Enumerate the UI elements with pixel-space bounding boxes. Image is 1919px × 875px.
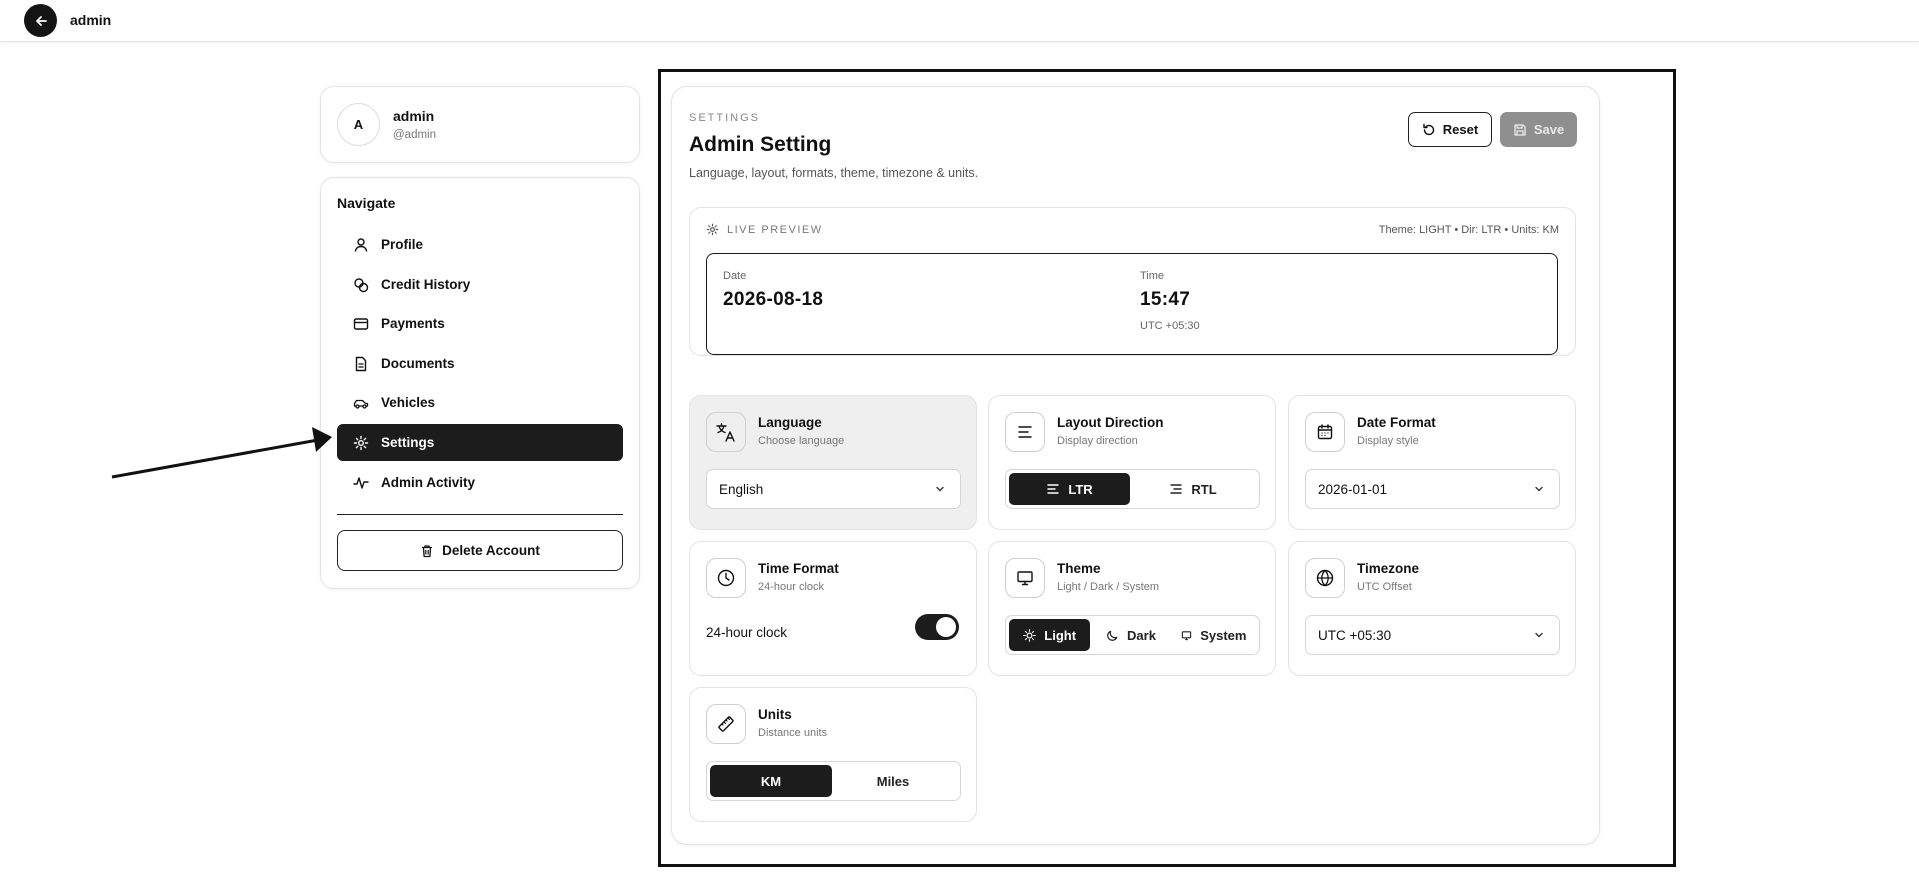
sidebar-item-vehicles[interactable]: Vehicles <box>337 384 623 421</box>
top-bar-title: admin <box>70 12 112 28</box>
avatar: A <box>337 103 380 146</box>
credit-card-icon <box>353 316 369 332</box>
sidebar-item-payments[interactable]: Payments <box>337 305 623 342</box>
user-icon <box>353 237 369 253</box>
gear-icon <box>353 435 369 451</box>
profile-card: A admin @admin <box>320 86 640 163</box>
top-bar: admin <box>0 0 1919 42</box>
delete-account-button[interactable]: Delete Account <box>337 530 623 571</box>
delete-account-label: Delete Account <box>442 543 540 558</box>
profile-handle: @admin <box>393 129 436 141</box>
sidebar-item-label: Payments <box>381 316 445 331</box>
sidebar-item-label: Settings <box>381 435 435 450</box>
sidebar-item-credit-history[interactable]: Credit History <box>337 266 623 303</box>
navigation-card: Navigate Profile Credit History Payments… <box>320 177 640 589</box>
sidebar-item-profile[interactable]: Profile <box>337 226 623 263</box>
car-icon <box>353 395 369 411</box>
annotation-frame <box>658 69 1676 867</box>
nav-heading: Navigate <box>337 195 396 211</box>
sidebar-item-label: Admin Activity <box>381 475 476 490</box>
nav-divider <box>337 514 623 515</box>
back-button[interactable] <box>24 4 57 37</box>
sidebar-item-label: Documents <box>381 356 455 371</box>
sidebar-item-label: Vehicles <box>381 395 436 410</box>
sidebar-item-label: Profile <box>381 237 424 252</box>
coins-icon <box>353 277 369 293</box>
sidebar-item-label: Credit History <box>381 277 471 292</box>
arrow-left-icon <box>35 15 47 26</box>
sidebar-item-settings[interactable]: Settings <box>337 424 623 461</box>
activity-icon <box>353 475 369 491</box>
sidebar-item-documents[interactable]: Documents <box>337 345 623 382</box>
sidebar-item-admin-activity[interactable]: Admin Activity <box>337 464 623 501</box>
document-icon <box>353 356 369 372</box>
trash-icon <box>422 544 433 557</box>
profile-name: admin <box>393 108 435 124</box>
